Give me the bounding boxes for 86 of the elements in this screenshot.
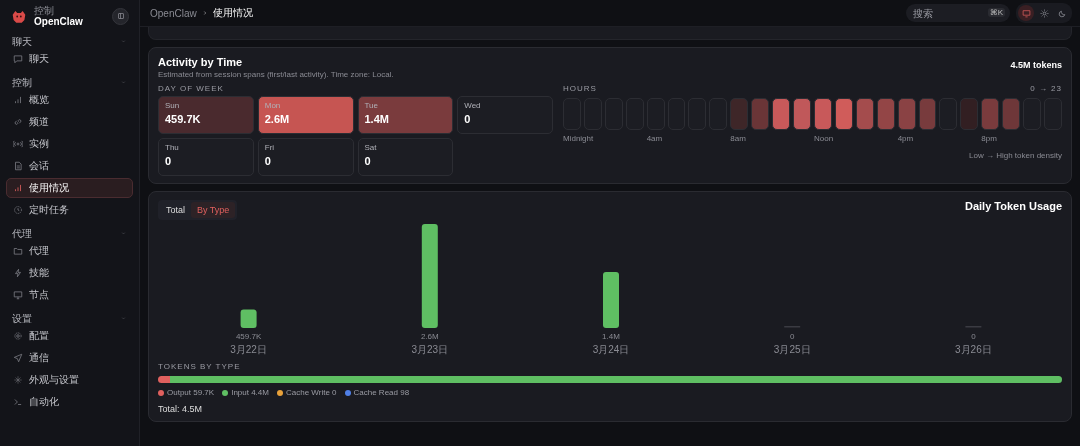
sidebar-icon [116, 12, 125, 20]
value-label: 0 [971, 332, 976, 341]
legend-label: Cache Write 0 [285, 388, 337, 397]
sidebar-item[interactable]: 使用情况 [6, 178, 133, 198]
value-label: 2.6M [420, 332, 439, 341]
date-label: 3月26日 [955, 344, 992, 355]
sidebar-item[interactable]: 配置 [6, 326, 133, 346]
section-header: 代理 [12, 226, 32, 241]
hour-label: Midnight [563, 134, 595, 143]
view-tab[interactable]: Total [160, 202, 191, 218]
date-label: 3月23日 [411, 344, 449, 355]
sidebar-item[interactable]: 技能 [6, 263, 133, 283]
shortcut-hint: ⌘K [987, 8, 1005, 17]
density-legend: Low → High token density [563, 151, 1062, 160]
value-label: 459.7K [235, 332, 262, 341]
sidebar-item[interactable]: 外观与设置 [6, 370, 133, 390]
sidebar-item[interactable]: 会话 [6, 156, 133, 176]
day-tile: Sun 459.7K [158, 96, 254, 134]
legend-label: Input 4.4M [231, 388, 269, 397]
brand-name: OpenClaw [34, 15, 84, 28]
sidebar-item[interactable]: 聊天 [6, 49, 133, 69]
chart-title: Daily Token Usage [965, 200, 1062, 212]
gear-icon [13, 331, 23, 341]
sidebar-item[interactable]: 频道 [6, 112, 133, 132]
hour-label: 4pm [897, 134, 915, 143]
bar [603, 272, 619, 328]
bar [240, 309, 257, 328]
hour-label: 4am [646, 134, 664, 143]
signal-icon [13, 139, 23, 149]
breadcrumb-item: 使用情况 [212, 6, 253, 20]
chat-bubble-icon [13, 54, 23, 64]
date-label: 3月24日 [592, 344, 630, 355]
day-tile: Mon 2.6M [257, 96, 354, 134]
hour-label: Noon [814, 134, 835, 143]
logo-icon [10, 8, 28, 24]
monitor-icon [1021, 8, 1031, 18]
sun-icon [1039, 8, 1049, 18]
day-tile: Wed 0 [457, 96, 553, 134]
section-header: 设置 [12, 311, 32, 326]
theme-button[interactable] [1018, 5, 1034, 21]
section-label: TOKENS BY TYPE [158, 362, 242, 371]
legend-label: Output 59.7K [167, 388, 215, 397]
hour-label: 8pm [981, 134, 998, 143]
terminal-icon [13, 397, 23, 407]
legend-label: Cache Read 98 [353, 388, 410, 397]
sidebar-item[interactable]: 概览 [6, 90, 133, 110]
sidebar-item[interactable]: 实例 [6, 134, 133, 154]
total-tokens: 4.5M tokens [1010, 60, 1062, 70]
monitor-icon [13, 290, 23, 300]
day-tile: Thu 0 [158, 138, 254, 176]
sidebar-item[interactable]: 通信 [6, 348, 133, 368]
section-label: DAY OF WEEK [158, 84, 225, 93]
sidebar-item[interactable]: 自动化 [6, 392, 133, 412]
lightning-icon [13, 268, 23, 278]
hour-label: 8am [730, 134, 747, 143]
send-icon [13, 353, 23, 363]
moon-icon [1057, 8, 1067, 18]
clock-icon [13, 205, 23, 215]
bar-chart-icon [13, 183, 23, 193]
view-tab[interactable]: By Type [191, 202, 236, 218]
document-icon [13, 161, 23, 171]
section-header: 聊天 [12, 34, 32, 49]
sidebar-toggle-button[interactable] [112, 7, 129, 25]
brand-caption: 控制 [34, 4, 55, 16]
date-label: 3月25日 [773, 344, 811, 355]
sidebar-item[interactable]: 代理 [6, 241, 133, 261]
total-label: Total: 4.5M [158, 404, 204, 414]
day-tile: Tue 1.4M [357, 96, 454, 134]
value-label: 0 [789, 332, 795, 341]
date-label: 3月22日 [230, 344, 267, 355]
folder-icon [13, 246, 23, 256]
value-label: 1.4M [602, 332, 620, 341]
day-tile: Fri 0 [257, 138, 354, 176]
bar-chart-icon [13, 95, 23, 105]
day-tile: Sat 0 [357, 138, 454, 176]
card-subtitle: Estimated from session spans (first/last activity). Time zone: Local. [158, 70, 394, 79]
sidebar-item[interactable]: 定时任务 [6, 200, 133, 220]
sparkle-icon [13, 375, 23, 385]
range-label: 0 → 23 [1030, 84, 1062, 93]
section-header: 控制 [12, 75, 32, 90]
sidebar-item[interactable]: 节点 [6, 285, 133, 305]
breadcrumb-item[interactable]: OpenClaw [150, 7, 197, 19]
section-label: HOURS [563, 84, 597, 93]
card-title: Activity by Time [158, 56, 244, 68]
chevron-icon [201, 10, 208, 16]
link-icon [13, 117, 23, 127]
